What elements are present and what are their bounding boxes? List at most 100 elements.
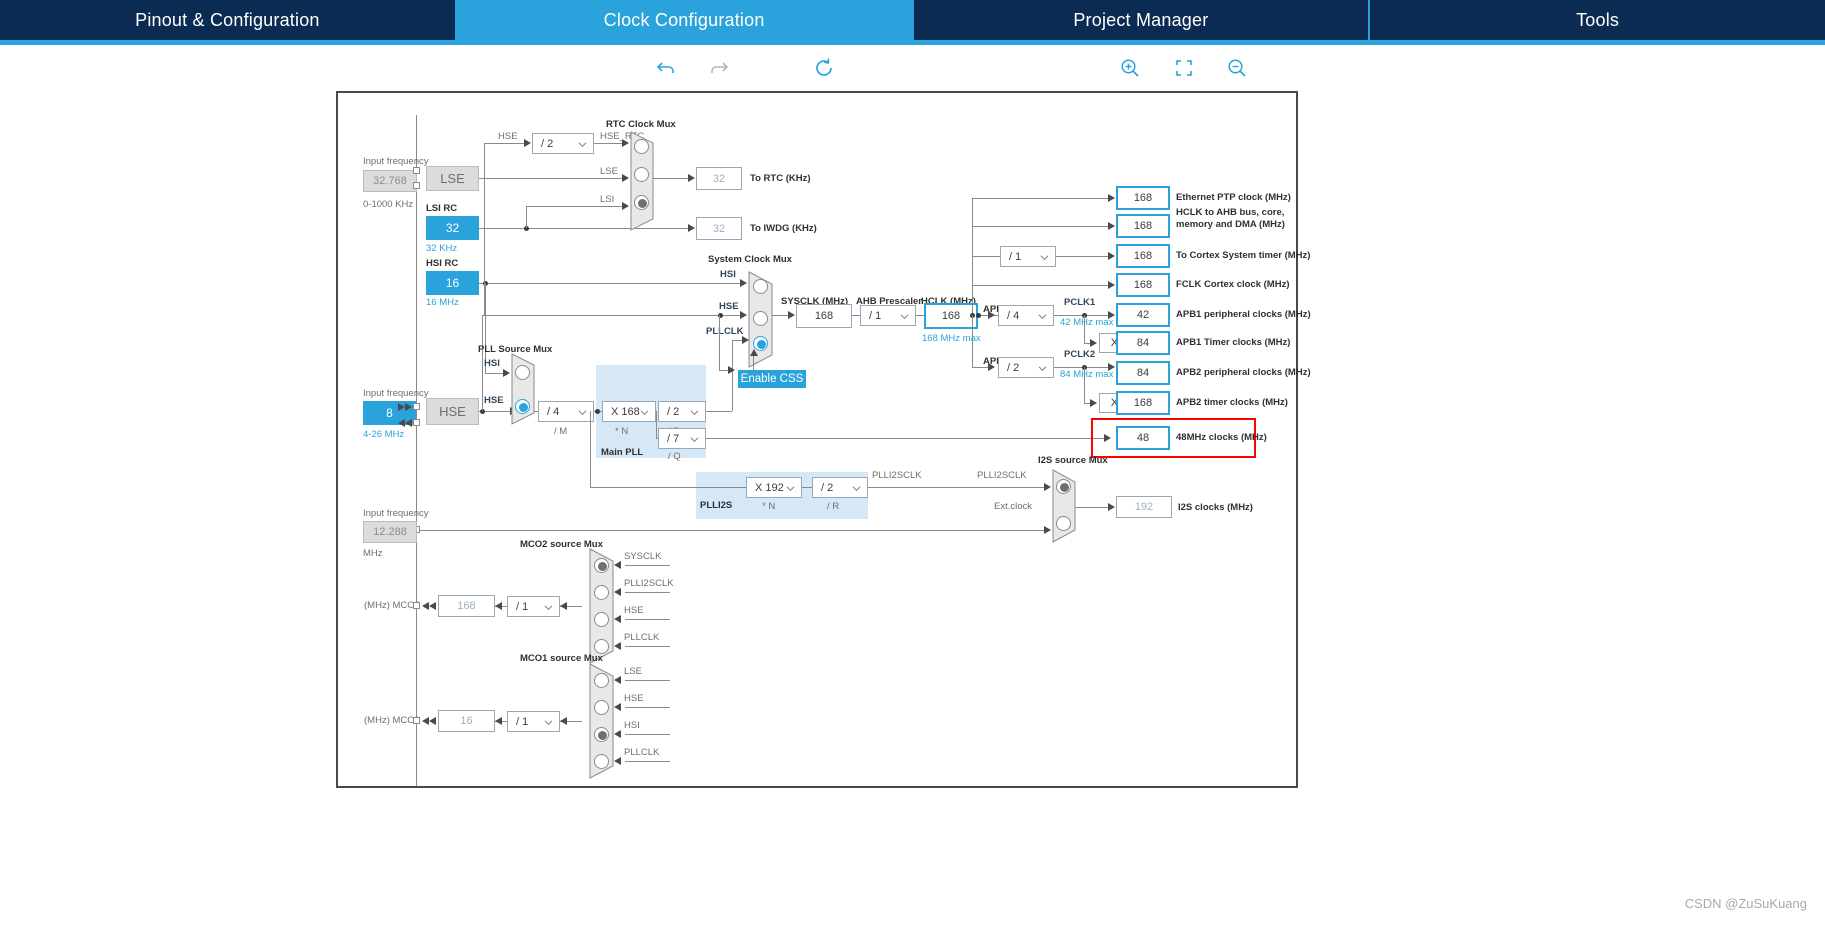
mco1-mux-radio-hse[interactable] <box>594 700 609 715</box>
sysmux-radio-hsi[interactable] <box>753 279 768 294</box>
i2s-input-frequency-field[interactable]: 12.288 <box>363 521 417 543</box>
zoom-out-icon <box>1228 59 1246 77</box>
zoom-out-button[interactable] <box>1225 53 1249 83</box>
mco1-mux-radio-lse[interactable] <box>594 673 609 688</box>
rtc-mux-radio-hse-rtc[interactable] <box>634 139 649 154</box>
mco2-pin-label: (MHz) MCO2 <box>364 600 420 611</box>
i2s-mux-radio-plli2sclk[interactable] <box>1056 479 1071 494</box>
arrow-mco1-in-hsi <box>614 730 621 738</box>
hsi-value-box[interactable]: 16 <box>426 271 479 295</box>
lsi-title-label: LSI RC <box>426 203 458 214</box>
lse-input-frequency-field[interactable]: 32.768 <box>363 170 417 192</box>
output-apb1-timer-box[interactable]: 84 <box>1116 331 1170 355</box>
chevron-down-icon <box>852 486 861 492</box>
arrow-mco2-2 <box>429 602 436 610</box>
output-apb2-timer-box[interactable]: 168 <box>1116 391 1170 415</box>
pll-source-mux[interactable] <box>511 353 541 425</box>
ahb-prescaler-select[interactable]: / 1 <box>860 305 916 326</box>
mco1-value-box[interactable]: 16 <box>438 710 495 732</box>
junction-hclk <box>976 313 981 318</box>
mco2-value-box[interactable]: 168 <box>438 595 495 617</box>
pll-mux-radio-hse[interactable] <box>515 399 530 414</box>
mco1-mux-radio-pllclk[interactable] <box>594 754 609 769</box>
tab-tools[interactable]: Tools <box>1370 0 1825 40</box>
hse-pin-bottom <box>413 419 420 426</box>
plli2s-n-multiplier-select[interactable]: X 192 <box>746 477 802 498</box>
chevron-down-icon <box>578 410 587 416</box>
mco1-mux-radio-hsi[interactable] <box>594 727 609 742</box>
arrow-cortex-systimer <box>1108 252 1115 260</box>
sysmux-pllclk-label: PLLCLK <box>706 326 744 337</box>
rtc-clock-mux[interactable] <box>630 131 660 231</box>
wire-mco1-in-pllclk <box>625 761 670 762</box>
i2s-mux-radio-extclock[interactable] <box>1056 516 1071 531</box>
tab-clock-configuration[interactable]: Clock Configuration <box>456 0 914 40</box>
fit-to-screen-button[interactable] <box>1172 53 1196 83</box>
mco2-mux-radio-pllclk[interactable] <box>594 639 609 654</box>
output-apb2-peripheral-box[interactable]: 84 <box>1116 361 1170 385</box>
plli2s-r-label: / R <box>827 501 840 512</box>
sysclk-value-box[interactable]: 168 <box>796 304 852 328</box>
cortex-systimer-divider-select[interactable]: / 1 <box>1000 246 1056 267</box>
rtc-mux-radio-lsi[interactable] <box>634 195 649 210</box>
output-48mhz-box[interactable]: 48 <box>1116 426 1170 450</box>
output-ethernet-ptp-box[interactable]: 168 <box>1116 186 1170 210</box>
lse-pin-top <box>413 167 420 174</box>
mco2-mux-radio-hse[interactable] <box>594 612 609 627</box>
pll-p-divider-select[interactable]: / 2 <box>658 401 706 422</box>
output-apb1-peripheral-box[interactable]: 42 <box>1116 303 1170 327</box>
tab-project-manager[interactable]: Project Manager <box>913 0 1371 40</box>
reset-button[interactable] <box>812 53 836 83</box>
i2s-clocks-value-box[interactable]: 192 <box>1116 496 1172 518</box>
mco2-mux-radio-sysclk[interactable] <box>594 558 609 573</box>
hse-oscillator-box[interactable]: HSE <box>426 398 479 425</box>
i2s-source-mux[interactable] <box>1052 469 1082 543</box>
wire-hclk-ahb-out <box>972 226 1112 227</box>
mco1-source-mux[interactable] <box>582 663 614 779</box>
output-hclk-ahb-box[interactable]: 168 <box>1116 214 1170 238</box>
to-rtc-value-box[interactable]: 32 <box>696 167 742 190</box>
pll-m-divider-select[interactable]: / 4 <box>538 401 594 422</box>
arrow-mco2-in-plli2sclk <box>614 588 621 596</box>
output-hclk-ahb-label: HCLK to AHB bus, core, memory and DMA (M… <box>1176 207 1285 230</box>
undo-button[interactable] <box>654 53 678 83</box>
arrow-fclk <box>1108 281 1115 289</box>
rtc-hse-label: HSE <box>498 131 518 142</box>
pll-mux-hsi-label: HSI <box>484 358 500 369</box>
output-cortex-systimer-box[interactable]: 168 <box>1116 244 1170 268</box>
apb1-prescaler-select[interactable]: / 4 <box>998 305 1054 326</box>
mco1-input-pllclk-label: PLLCLK <box>624 747 660 758</box>
arrow-apb2-periph <box>1108 363 1115 371</box>
to-iwdg-value-box[interactable]: 32 <box>696 217 742 240</box>
sysmux-radio-hse[interactable] <box>753 311 768 326</box>
mco1-divider-select[interactable]: / 1 <box>507 711 560 732</box>
tab-pinout-configuration[interactable]: Pinout & Configuration <box>0 0 457 40</box>
lse-oscillator-box[interactable]: LSE <box>426 166 479 191</box>
clock-tree-canvas[interactable]: Input frequency 32.768 0-1000 KHz LSE LS… <box>336 91 1311 788</box>
zoom-in-button[interactable] <box>1118 53 1142 83</box>
output-fclk-cortex-box[interactable]: 168 <box>1116 273 1170 297</box>
enable-css-button[interactable]: Enable CSS <box>738 370 806 388</box>
mco2-divider-select[interactable]: / 1 <box>507 596 560 617</box>
arrow-css-up <box>750 349 758 356</box>
rtc-hse-divider-select[interactable]: / 2 <box>532 133 594 154</box>
pll-n-multiplier-select[interactable]: X 168 <box>602 401 656 422</box>
chevron-down-icon <box>1038 314 1047 320</box>
mco2-source-mux[interactable] <box>582 548 614 664</box>
chevron-down-icon <box>544 605 553 611</box>
sysmux-hse-label: HSE <box>719 301 739 312</box>
chevron-down-icon <box>900 314 909 320</box>
chevron-down-icon <box>640 410 649 416</box>
mco2-mux-radio-plli2sclk[interactable] <box>594 585 609 600</box>
pll-q-divider-select[interactable]: / 7 <box>658 428 706 449</box>
apb1-prescaler-value: / 4 <box>1007 309 1020 322</box>
output-apb2-peripheral-label: APB2 peripheral clocks (MHz) <box>1176 367 1311 378</box>
lsi-value-box[interactable]: 32 <box>426 216 479 240</box>
redo-button[interactable] <box>707 53 731 83</box>
pll-p-divider-value: / 2 <box>667 405 680 418</box>
apb2-prescaler-select[interactable]: / 2 <box>998 357 1054 378</box>
plli2s-r-divider-select[interactable]: / 2 <box>812 477 868 498</box>
rtc-mux-radio-lse[interactable] <box>634 167 649 182</box>
wire-n-to-q <box>656 411 657 438</box>
pll-mux-radio-hsi[interactable] <box>515 365 530 380</box>
